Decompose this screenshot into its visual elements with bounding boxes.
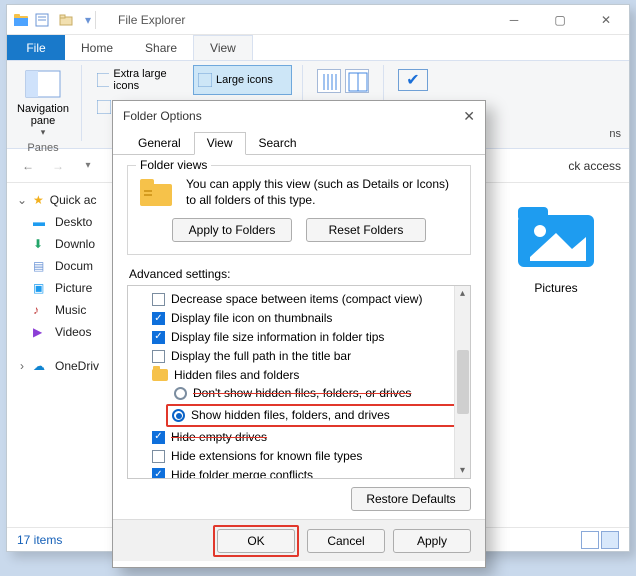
folder-views-legend: Folder views [136,158,211,172]
chevron-down-icon: ⌄ [17,193,27,207]
back-button[interactable]: ← [15,153,41,179]
folder-icon [138,176,176,208]
pictures-icon: ▣ [33,281,49,295]
ok-button[interactable]: OK [217,529,295,553]
tab-share[interactable]: Share [129,35,193,60]
adv-item-hideempty[interactable]: ✓Hide empty drives [130,428,466,447]
view-details-button[interactable] [581,531,599,549]
quick-access-toolbar: ▾ [35,13,91,27]
sortby-icon[interactable] [317,69,341,93]
dialog-titlebar: Folder Options ✕ [113,101,485,131]
advanced-settings-label: Advanced settings: [129,267,471,281]
recent-dropdown[interactable]: ▾ [75,153,101,179]
checkbox-zone-icon[interactable]: ✔ [398,69,428,91]
qat-newfolder-icon[interactable] [59,13,75,27]
navigation-pane-label: Navigation pane [17,103,69,127]
folder-label: Pictures [534,281,577,295]
adv-item-sizeinfo[interactable]: ✓Display file size information in folder… [130,328,466,347]
star-icon: ★ [33,193,44,207]
navigation-pane-button[interactable]: Navigation pane ▾ [15,65,71,142]
dialog-close-button[interactable]: ✕ [463,108,475,125]
ribbon-misc-1 [313,65,373,97]
dialog-tabs: General View Search [113,131,485,155]
ribbon-tabs: File Home Share View [7,35,629,61]
documents-icon: ▤ [33,259,49,273]
window-title: File Explorer [118,13,185,27]
scroll-up-icon[interactable]: ▴ [460,288,465,299]
tab-home[interactable]: Home [65,35,129,60]
titlebar: ▾ File Explorer ─ ▢ ✕ [7,5,629,35]
view-large-button[interactable] [601,531,619,549]
reset-folders-button[interactable]: Reset Folders [306,218,426,242]
onedrive-icon: ☁ [33,359,49,373]
dialog-title: Folder Options [123,109,202,123]
qat-dropdown-icon[interactable]: ▾ [85,13,91,27]
dialog-tab-view[interactable]: View [194,132,246,155]
group-panes: Navigation pane ▾ Panes [15,65,71,144]
pictures-folder-icon [512,201,600,273]
adv-item-fullpath[interactable]: Display the full path in the title bar [130,347,466,366]
folder-tile-pictures[interactable]: Pictures [501,201,611,295]
scroll-thumb[interactable] [457,350,469,414]
adv-item-compact[interactable]: Decrease space between items (compact vi… [130,290,466,309]
download-icon: ⬇ [33,237,49,251]
restore-defaults-button[interactable]: Restore Defaults [351,487,471,511]
videos-icon: ▶ [33,325,49,339]
chevron-down-icon: ▾ [41,127,46,138]
cancel-button[interactable]: Cancel [307,529,385,553]
breadcrumb-quick-label: ck access [568,159,621,173]
forward-button[interactable]: → [45,153,71,179]
folder-icon [152,369,168,381]
status-count: 17 items [17,533,62,547]
layout-large[interactable]: Large icons [193,65,292,95]
desktop-icon: ▬ [33,215,49,229]
close-button[interactable]: ✕ [583,5,629,35]
apply-to-folders-button[interactable]: Apply to Folders [172,218,292,242]
maximize-button[interactable]: ▢ [537,5,583,35]
dialog-footer: OK Cancel Apply [113,519,485,561]
adv-item-merge[interactable]: ✓Hide folder merge conflicts [130,466,466,480]
options-label-fragment: ns [609,128,621,144]
tab-view[interactable]: View [193,35,253,60]
breadcrumb[interactable]: ck access [568,159,621,173]
tab-file[interactable]: File [7,35,65,60]
adv-item-thumb[interactable]: ✓Display file icon on thumbnails [130,309,466,328]
scroll-down-icon[interactable]: ▾ [460,465,465,476]
explorer-icon [13,12,29,28]
apply-button[interactable]: Apply [393,529,471,553]
dialog-tab-general[interactable]: General [125,132,194,155]
folder-views-group: Folder views You can apply this view (su… [127,165,471,255]
layout-extra-large[interactable]: Extra large icons [92,65,191,95]
folder-options-dialog: Folder Options ✕ General View Search Fol… [112,100,486,568]
scrollbar[interactable]: ▴ ▾ [454,286,470,478]
adv-radio-dontshow[interactable]: Don't show hidden files, folders, or dri… [130,384,466,403]
advanced-settings-list[interactable]: Decrease space between items (compact vi… [127,285,471,479]
qat-properties-icon[interactable] [35,13,49,27]
adv-group-hidden: Hidden files and folders [130,366,466,385]
adv-radio-showhidden[interactable]: Show hidden files, folders, and drives [166,404,466,427]
folder-views-desc: You can apply this view (such as Details… [186,176,460,208]
adv-item-hideext[interactable]: Hide extensions for known file types [130,447,466,466]
music-icon: ♪ [33,303,49,317]
minimize-button[interactable]: ─ [491,5,537,35]
addcolumns-icon[interactable] [345,69,369,93]
dialog-tab-search[interactable]: Search [246,132,310,155]
